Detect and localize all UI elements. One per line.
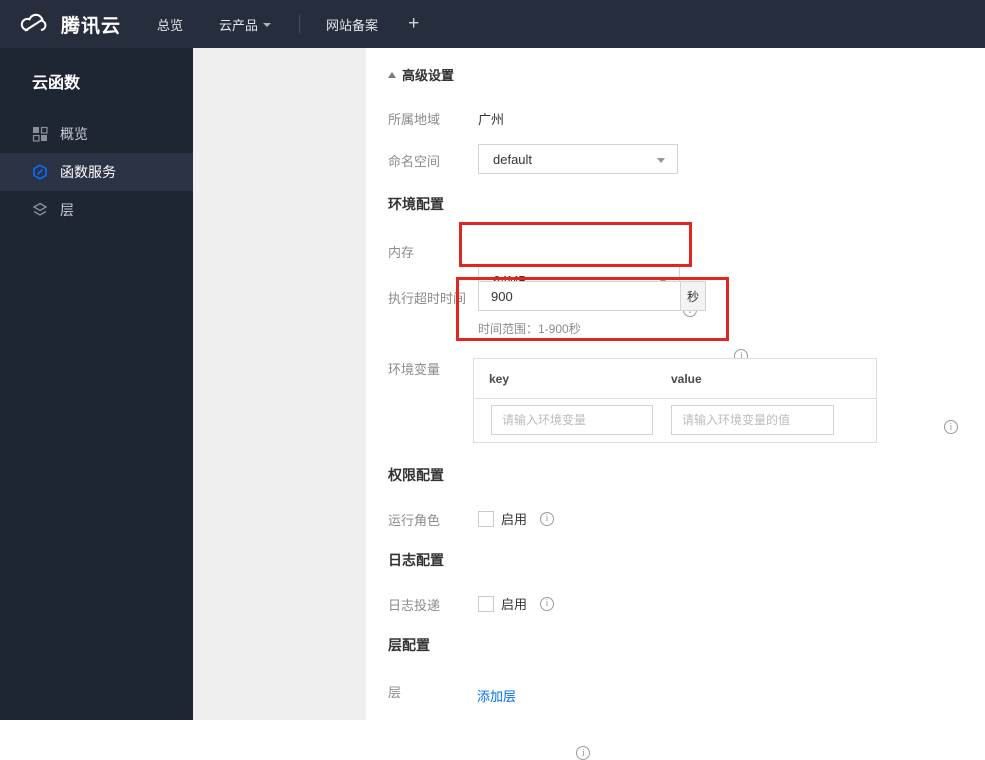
function-config-form: 高级设置 所属地域 广州 命名空间 default 环境配置 内存 64MB 执… (366, 48, 985, 760)
sidebar-item-function-service[interactable]: 函数服务 (0, 153, 193, 191)
sidebar-item-label: 层 (60, 202, 74, 218)
sidebar-title: 云函数 (32, 75, 81, 92)
run-role-enable-row: 启用 (478, 509, 555, 528)
nav-item-overview[interactable]: 总览 (157, 15, 183, 34)
brand-name: 腾讯云 (61, 15, 122, 37)
add-layer-info-icon[interactable] (576, 746, 591, 760)
layers-icon (32, 202, 48, 218)
sidebar-item-overview[interactable]: 概览 (0, 115, 193, 153)
env-vars-info-icon[interactable] (943, 420, 958, 434)
namespace-selected-value: default (493, 151, 533, 167)
secondary-panel (193, 48, 366, 720)
env-value-header: value (671, 372, 702, 386)
chevron-down-icon (263, 23, 272, 27)
env-vars-label: 环境变量 (388, 362, 441, 377)
nav-item-products[interactable]: 云产品 (219, 15, 272, 34)
sidebar-item-label: 概览 (60, 126, 88, 142)
timeout-unit: 秒 (680, 281, 706, 311)
grid-icon (32, 126, 48, 142)
log-delivery-enable-row: 启用 (478, 594, 555, 613)
advanced-settings-toggle[interactable]: 高级设置 (388, 65, 454, 84)
perm-config-title: 权限配置 (388, 467, 444, 483)
collapse-triangle-icon (388, 71, 396, 78)
add-layer-link[interactable]: 添加层 (477, 686, 516, 705)
region-label: 所属地域 (388, 112, 441, 127)
sidebar: 云函数 概览 函数服务 层 (0, 48, 193, 720)
cloud-logo-icon (18, 12, 52, 36)
env-vars-header-row: key value (474, 359, 876, 399)
run-role-info-icon[interactable] (540, 511, 555, 526)
nav-item-beian[interactable]: 网站备案 (326, 15, 378, 34)
log-config-title: 日志配置 (388, 552, 444, 568)
add-tab-button[interactable]: + (408, 13, 419, 35)
nav-divider (299, 15, 301, 33)
run-role-enable-label: 启用 (501, 512, 528, 527)
env-config-title: 环境配置 (388, 196, 444, 212)
tencent-cloud-logo[interactable]: 腾讯云 (0, 11, 121, 38)
timeout-input-group: 秒 (478, 281, 706, 311)
log-delivery-info-icon[interactable] (540, 596, 555, 611)
log-delivery-label: 日志投递 (388, 598, 441, 613)
sidebar-item-label: 函数服务 (60, 164, 116, 180)
run-role-label: 运行角色 (388, 513, 441, 528)
function-hexagon-icon (32, 164, 48, 180)
log-delivery-checkbox[interactable] (478, 595, 494, 612)
env-vars-input-row (474, 399, 876, 442)
namespace-select[interactable]: default (478, 144, 678, 174)
layer-label: 层 (388, 685, 402, 700)
chevron-down-icon (657, 158, 665, 163)
log-delivery-enable-label: 启用 (501, 597, 528, 612)
timeout-range-hint: 时间范围：1-900秒 (478, 322, 581, 336)
region-value: 广州 (478, 112, 505, 127)
sidebar-menu: 概览 函数服务 层 (0, 115, 193, 229)
run-role-checkbox[interactable] (478, 510, 494, 527)
timeout-input[interactable] (478, 281, 680, 311)
sidebar-item-layers[interactable]: 层 (0, 191, 193, 229)
env-value-input[interactable] (671, 405, 834, 435)
memory-annotation-box (459, 222, 692, 267)
env-key-input[interactable] (491, 405, 653, 435)
env-vars-table: key value (473, 358, 877, 443)
env-key-header: key (489, 372, 510, 386)
top-nav: 腾讯云 总览 云产品 网站备案 + (0, 0, 985, 48)
timeout-label: 执行超时时间 (388, 291, 467, 306)
memory-label: 内存 (388, 245, 415, 260)
advanced-settings-label: 高级设置 (402, 68, 455, 83)
namespace-label: 命名空间 (388, 154, 441, 169)
layer-config-title: 层配置 (388, 637, 430, 653)
